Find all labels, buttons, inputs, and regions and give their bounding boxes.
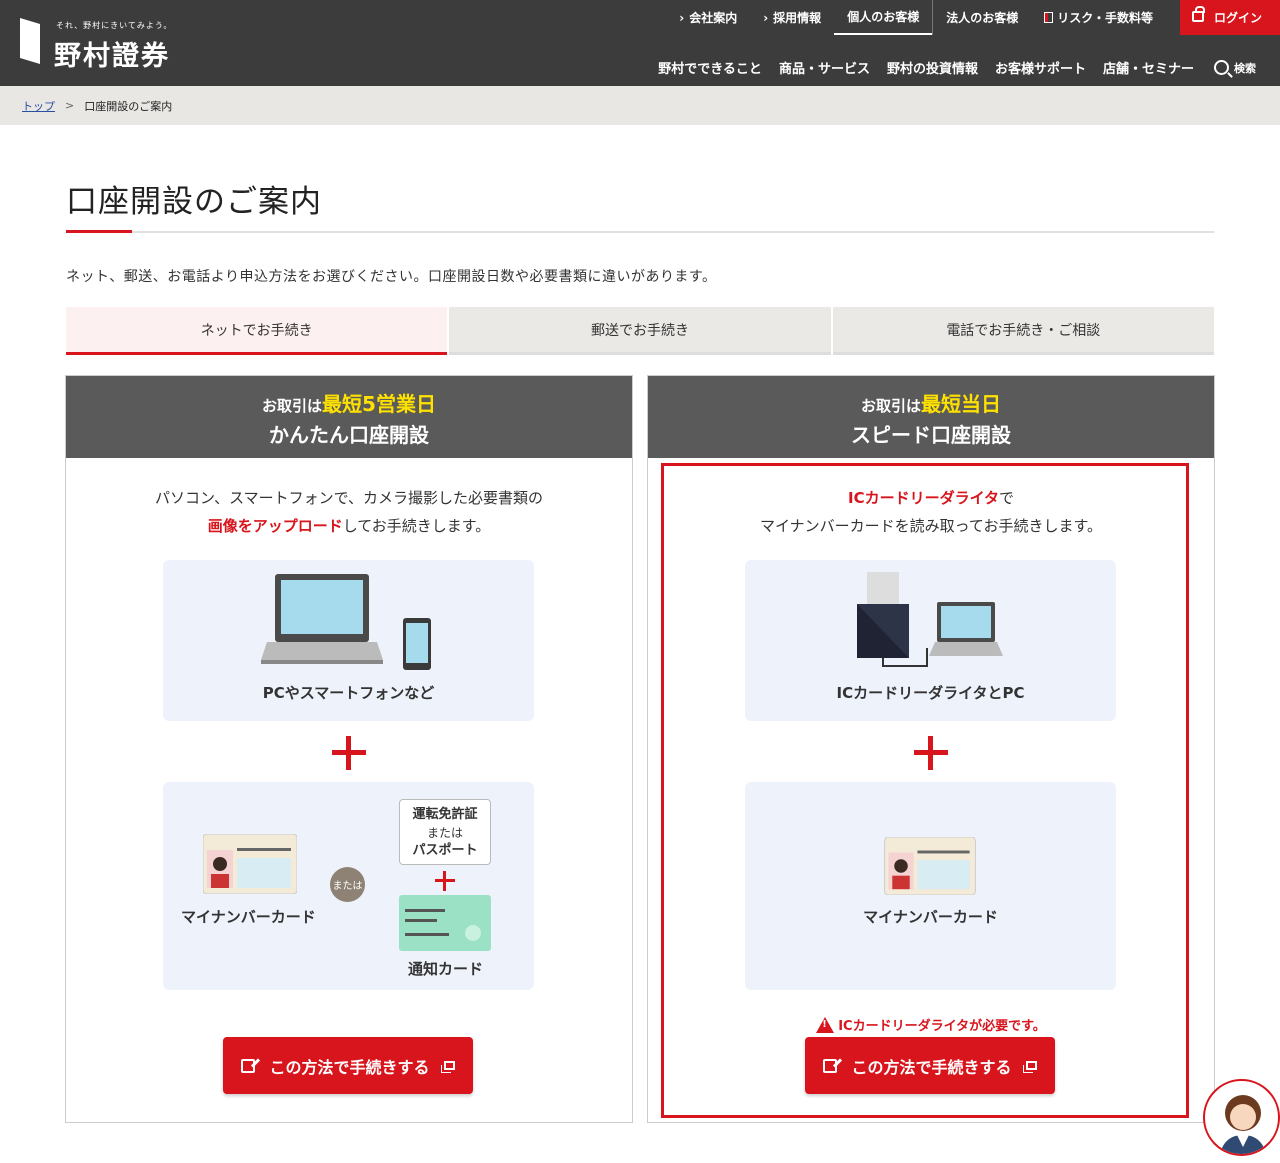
link-individual[interactable]: 個人のお客様 <box>834 0 933 35</box>
card-description: パソコン、スマートフォンで、カメラ撮影した必要書類の 画像をアップロードしてお手… <box>154 489 544 535</box>
device-panel: PCやスマートフォンなど <box>163 560 534 721</box>
link-risk-fees[interactable]: リスク・手数料等 <box>1031 0 1166 35</box>
mynumber-card-icon <box>884 837 976 895</box>
lock-icon <box>1191 6 1205 22</box>
ic-reader-pc-icon <box>857 572 1003 667</box>
utility-nav: › 会社案内 › 採用情報 個人のお客様 法人のお客様 リスク・手数料等 ログイン <box>666 0 1280 35</box>
reader-warning: ICカードリーダライタが必要です。 <box>648 1014 1214 1034</box>
mynumber-card-label: マイナンバーカード <box>181 908 316 926</box>
nav-what-you-can-do[interactable]: 野村でできること <box>658 58 762 77</box>
breadcrumb-current: 口座開設のご案内 <box>84 99 173 113</box>
head-prefix: お取引は <box>262 397 323 415</box>
title-divider <box>66 231 1214 233</box>
chevron-right-icon: > <box>65 99 75 112</box>
mynumber-card-label: マイナンバーカード <box>863 908 998 926</box>
chevron-right-icon: › <box>679 10 685 25</box>
plus-icon <box>332 736 366 770</box>
nav-investment-info[interactable]: 野村の投資情報 <box>887 58 978 77</box>
head-highlight: 最短当日 <box>921 392 1001 416</box>
speed-account-card: お取引は最短当日 スピード口座開設 ICカードリーダライタで マイナンバーカード… <box>647 375 1215 1123</box>
search-button[interactable]: 検索 <box>1214 60 1256 76</box>
page-title: 口座開設のご案内 <box>66 184 322 220</box>
documents-panel: マイナンバーカード <box>745 782 1116 990</box>
link-company[interactable]: › 会社案内 <box>666 0 750 35</box>
proceed-speed-button[interactable]: この方法で手続きする <box>805 1037 1055 1094</box>
or-badge: または <box>330 867 365 902</box>
warning-icon <box>816 1017 835 1033</box>
head-highlight: 最短5営業日 <box>322 392 436 416</box>
card-header: お取引は最短当日 スピード口座開設 <box>648 376 1214 458</box>
document-icon <box>1044 12 1054 23</box>
chevron-right-icon: › <box>763 10 769 25</box>
easy-account-card: お取引は最短5営業日 かんたん口座開設 パソコン、スマートフォンで、カメラ撮影し… <box>65 375 633 1123</box>
method-tabs: ネットでお手続き 郵送でお手続き 電話でお手続き・ご相談 <box>66 307 1214 355</box>
chat-assistant-button[interactable] <box>1203 1079 1280 1156</box>
notification-card-label: 通知カード <box>408 960 484 978</box>
title-accent-bar <box>66 230 132 233</box>
operator-avatar-icon <box>1219 1095 1267 1154</box>
edit-icon <box>823 1058 838 1073</box>
logo-mark-icon <box>20 18 40 64</box>
edit-icon <box>241 1058 256 1073</box>
breadcrumb: トップ > 口座開設のご案内 <box>0 86 1280 125</box>
license-passport-box: 運転免許証 または パスポート <box>399 799 491 865</box>
device-label: PCやスマートフォンなど <box>262 684 435 702</box>
laptop-smartphone-icon <box>261 574 431 670</box>
login-button[interactable]: ログイン <box>1179 0 1280 35</box>
mynumber-card-icon <box>203 834 297 894</box>
plus-icon <box>914 736 948 770</box>
nav-products[interactable]: 商品・サービス <box>779 58 870 77</box>
device-label: ICカードリーダライタとPC <box>836 684 1025 702</box>
site-header: それ、野村にきいてみよう。 野村證券 › 会社案内 › 採用情報 個人のお客様 法人… <box>0 0 1280 86</box>
card-header: お取引は最短5営業日 かんたん口座開設 <box>66 376 632 458</box>
proceed-easy-button[interactable]: この方法で手続きする <box>223 1037 473 1094</box>
page-lead: ネット、郵送、お電話より申込方法をお選びください。口座開設日数や必要書類に違いが… <box>66 269 717 285</box>
logo-tagline: それ、野村にきいてみよう。 <box>56 21 173 30</box>
new-window-icon <box>1022 1061 1037 1073</box>
link-recruit[interactable]: › 採用情報 <box>750 0 834 35</box>
tab-phone[interactable]: 電話でお手続き・ご相談 <box>832 307 1214 355</box>
notification-card-icon <box>399 895 491 951</box>
device-panel: ICカードリーダライタとPC <box>745 560 1116 721</box>
tab-online[interactable]: ネットでお手続き <box>66 307 448 355</box>
nav-support[interactable]: お客様サポート <box>995 58 1086 77</box>
search-icon <box>1214 60 1229 75</box>
main-nav: 野村でできること 商品・サービス 野村の投資情報 お客様サポート 店舗・セミナー… <box>641 58 1256 77</box>
head-prefix: お取引は <box>860 397 921 415</box>
card-title: スピード口座開設 <box>851 423 1011 447</box>
nomura-logo[interactable]: それ、野村にきいてみよう。 野村證券 <box>20 14 190 72</box>
link-corporate[interactable]: 法人のお客様 <box>932 0 1031 35</box>
nav-branches-seminars[interactable]: 店舗・セミナー <box>1103 58 1194 77</box>
documents-panel: マイナンバーカード または 運転免許証 または パスポート 通知カード <box>163 782 534 990</box>
tab-mail[interactable]: 郵送でお手続き <box>449 307 831 355</box>
new-window-icon <box>440 1061 455 1073</box>
plus-icon <box>435 871 455 891</box>
card-title: かんたん口座開設 <box>269 423 429 447</box>
logo-name: 野村證券 <box>54 41 170 72</box>
breadcrumb-home[interactable]: トップ <box>22 98 55 114</box>
